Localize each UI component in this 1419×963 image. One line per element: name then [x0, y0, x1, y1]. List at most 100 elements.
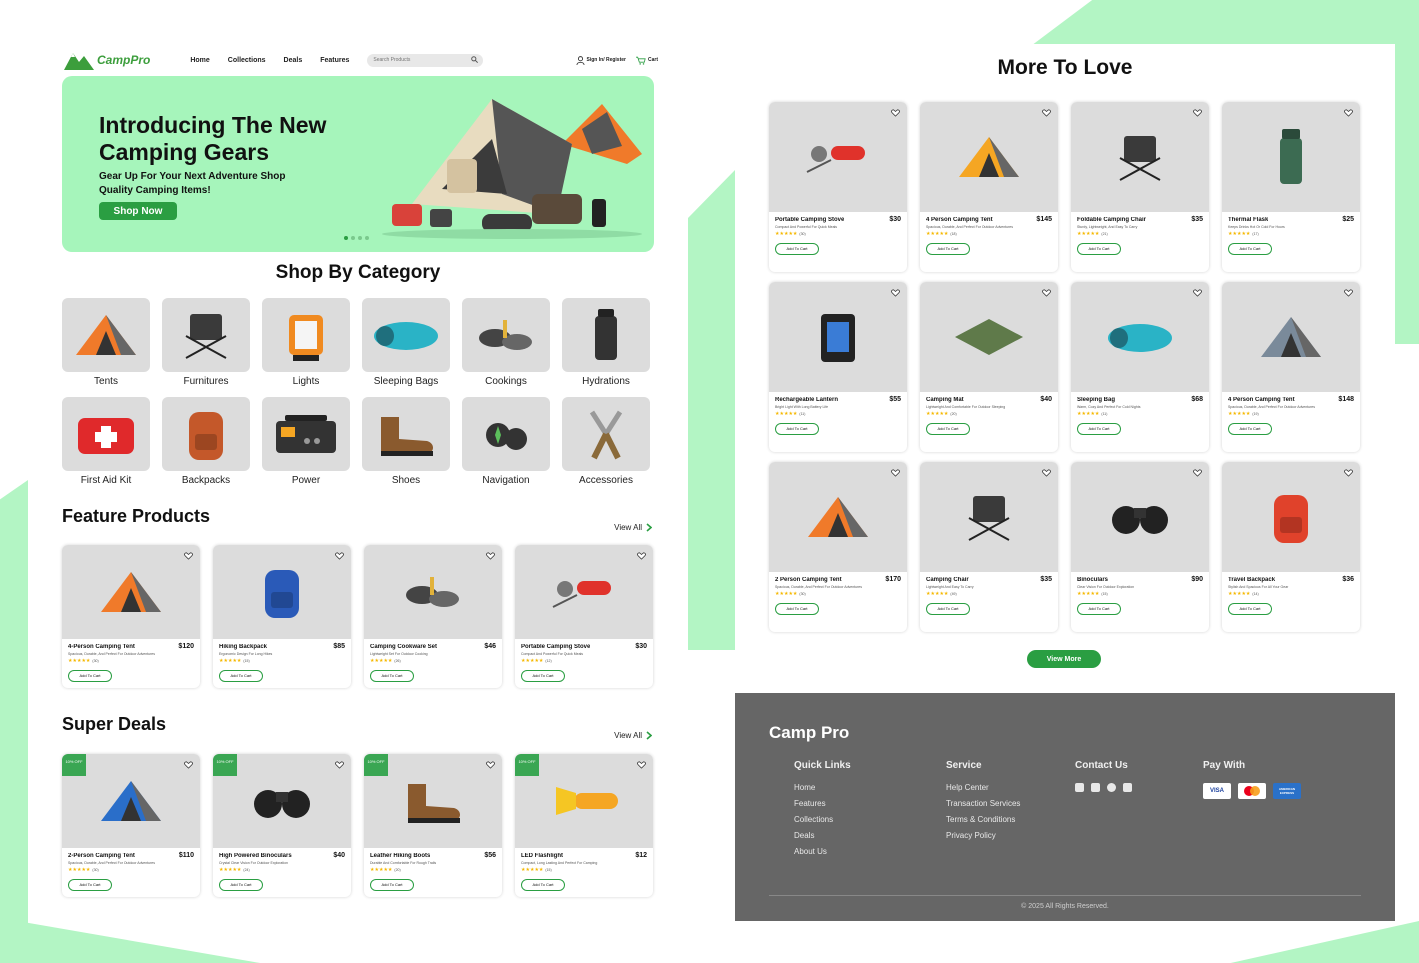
featured-view-all-link[interactable]: View All	[614, 523, 652, 532]
view-more-button[interactable]: View More	[1027, 650, 1101, 668]
add-to-cart-button[interactable]: Add To Cart	[1077, 602, 1121, 615]
search-input[interactable]	[373, 57, 464, 63]
carousel-dot[interactable]	[344, 236, 348, 240]
heart-icon[interactable]	[891, 109, 900, 117]
category-item[interactable]: Hydrations	[562, 298, 650, 387]
footer-link-about[interactable]: About Us	[794, 847, 851, 856]
category-item[interactable]: Accessories	[562, 397, 650, 486]
product-card[interactable]: Rechargeable Lantern $55 Bright Light Wi…	[769, 282, 907, 452]
heart-icon[interactable]	[891, 289, 900, 297]
cart-link[interactable]: Cart	[635, 56, 658, 65]
heart-icon[interactable]	[1042, 289, 1051, 297]
product-card[interactable]: Binoculars $90 Clear Vision For Outdoor …	[1071, 462, 1209, 632]
category-item[interactable]: Navigation	[462, 397, 550, 486]
product-card[interactable]: 10% OFF Leather Hiking Boots $56 Durable…	[364, 754, 502, 897]
product-card[interactable]: 10% OFF 2-Person Camping Tent $110 Spaci…	[62, 754, 200, 897]
footer-link-features[interactable]: Features	[794, 799, 851, 808]
nav-link-collections[interactable]: Collections	[228, 57, 266, 64]
category-item[interactable]: Cookings	[462, 298, 550, 387]
footer-link-home[interactable]: Home	[794, 783, 851, 792]
footer-link-deals[interactable]: Deals	[794, 831, 851, 840]
instagram-icon[interactable]	[1123, 783, 1132, 792]
product-card[interactable]: Travel Backpack $36 Stylish And Spacious…	[1222, 462, 1360, 632]
category-item[interactable]: First Aid Kit	[62, 397, 150, 486]
heart-icon[interactable]	[486, 552, 495, 560]
add-to-cart-button[interactable]: Add To Cart	[370, 669, 414, 682]
facebook-icon[interactable]	[1091, 783, 1100, 792]
add-to-cart-button[interactable]: Add To Cart	[926, 242, 970, 255]
heart-icon[interactable]	[1344, 109, 1353, 117]
heart-icon[interactable]	[335, 552, 344, 560]
add-to-cart-button[interactable]: Add To Cart	[775, 242, 819, 255]
heart-icon[interactable]	[1193, 289, 1202, 297]
product-card[interactable]: 10% OFF LED Flashlight $12 Compact, Long…	[515, 754, 653, 897]
category-item[interactable]: Backpacks	[162, 397, 250, 486]
add-to-cart-button[interactable]: Add To Cart	[68, 878, 112, 891]
product-card[interactable]: Foldable Camping Chair $35 Sturdy, Light…	[1071, 102, 1209, 272]
heart-icon[interactable]	[1193, 469, 1202, 477]
shop-now-button[interactable]: Shop Now	[99, 202, 177, 220]
footer-link-collections[interactable]: Collections	[794, 815, 851, 824]
product-card[interactable]: Portable Camping Stove $30 Compact And P…	[769, 102, 907, 272]
heart-icon[interactable]	[335, 761, 344, 769]
category-item[interactable]: Sleeping Bags	[362, 298, 450, 387]
whatsapp-icon[interactable]	[1107, 783, 1116, 792]
add-to-cart-button[interactable]: Add To Cart	[521, 669, 565, 682]
email-icon[interactable]	[1075, 783, 1084, 792]
add-to-cart-button[interactable]: Add To Cart	[926, 602, 970, 615]
product-card[interactable]: 2 Person Camping Tent $170 Spacious, Dur…	[769, 462, 907, 632]
add-to-cart-button[interactable]: Add To Cart	[1228, 242, 1272, 255]
add-to-cart-button[interactable]: Add To Cart	[1228, 602, 1272, 615]
category-item[interactable]: Power	[262, 397, 350, 486]
add-to-cart-button[interactable]: Add To Cart	[370, 878, 414, 891]
footer-link-terms[interactable]: Terms & Conditions	[946, 815, 1020, 824]
add-to-cart-button[interactable]: Add To Cart	[219, 669, 263, 682]
heart-icon[interactable]	[1344, 469, 1353, 477]
nav-link-features[interactable]: Features	[320, 57, 349, 64]
heart-icon[interactable]	[637, 552, 646, 560]
product-card[interactable]: Thermal Flask $25 Keeps Drinks Hot Or Co…	[1222, 102, 1360, 272]
nav-link-deals[interactable]: Deals	[284, 57, 303, 64]
heart-icon[interactable]	[1042, 109, 1051, 117]
product-card[interactable]: Camping Chair $35 Lightweight And Easy T…	[920, 462, 1058, 632]
heart-icon[interactable]	[637, 761, 646, 769]
carousel-dot[interactable]	[358, 236, 362, 240]
product-card[interactable]: 4 Person Camping Tent $148 Spacious, Dur…	[1222, 282, 1360, 452]
product-card[interactable]: Portable Camping Stove $30 Compact And P…	[515, 545, 653, 688]
category-item[interactable]: Tents	[62, 298, 150, 387]
carousel-dot[interactable]	[351, 236, 355, 240]
heart-icon[interactable]	[891, 469, 900, 477]
add-to-cart-button[interactable]: Add To Cart	[219, 878, 263, 891]
heart-icon[interactable]	[1193, 109, 1202, 117]
add-to-cart-button[interactable]: Add To Cart	[926, 422, 970, 435]
logo[interactable]: CampPro	[64, 50, 150, 70]
category-item[interactable]: Furnitures	[162, 298, 250, 387]
add-to-cart-button[interactable]: Add To Cart	[775, 422, 819, 435]
product-card[interactable]: 4 Person Camping Tent $145 Spacious, Dur…	[920, 102, 1058, 272]
sign-in-link[interactable]: Sign In/ Register	[575, 55, 626, 65]
product-card[interactable]: 4-Person Camping Tent $120 Spacious, Dur…	[62, 545, 200, 688]
footer-link-transactions[interactable]: Transaction Services	[946, 799, 1020, 808]
add-to-cart-button[interactable]: Add To Cart	[1077, 422, 1121, 435]
product-card[interactable]: Camping Cookware Set $46 Lightweight Set…	[364, 545, 502, 688]
add-to-cart-button[interactable]: Add To Cart	[775, 602, 819, 615]
carousel-dot[interactable]	[365, 236, 369, 240]
footer-link-privacy[interactable]: Privacy Policy	[946, 831, 1020, 840]
nav-link-home[interactable]: Home	[190, 57, 209, 64]
add-to-cart-button[interactable]: Add To Cart	[1228, 422, 1272, 435]
product-card[interactable]: Hiking Backpack $85 Ergonomic Design For…	[213, 545, 351, 688]
footer-link-help-center[interactable]: Help Center	[946, 783, 1020, 792]
add-to-cart-button[interactable]: Add To Cart	[68, 669, 112, 682]
product-card[interactable]: Sleeping Bag $68 Warm, Cozy And Perfect …	[1071, 282, 1209, 452]
category-item[interactable]: Shoes	[362, 397, 450, 486]
search-icon[interactable]	[471, 55, 479, 63]
deals-view-all-link[interactable]: View All	[614, 731, 652, 740]
heart-icon[interactable]	[1042, 469, 1051, 477]
product-card[interactable]: 10% OFF High Powered Binoculars $40 Crys…	[213, 754, 351, 897]
heart-icon[interactable]	[1344, 289, 1353, 297]
add-to-cart-button[interactable]: Add To Cart	[1077, 242, 1121, 255]
heart-icon[interactable]	[184, 552, 193, 560]
category-item[interactable]: Lights	[262, 298, 350, 387]
heart-icon[interactable]	[184, 761, 193, 769]
add-to-cart-button[interactable]: Add To Cart	[521, 878, 565, 891]
